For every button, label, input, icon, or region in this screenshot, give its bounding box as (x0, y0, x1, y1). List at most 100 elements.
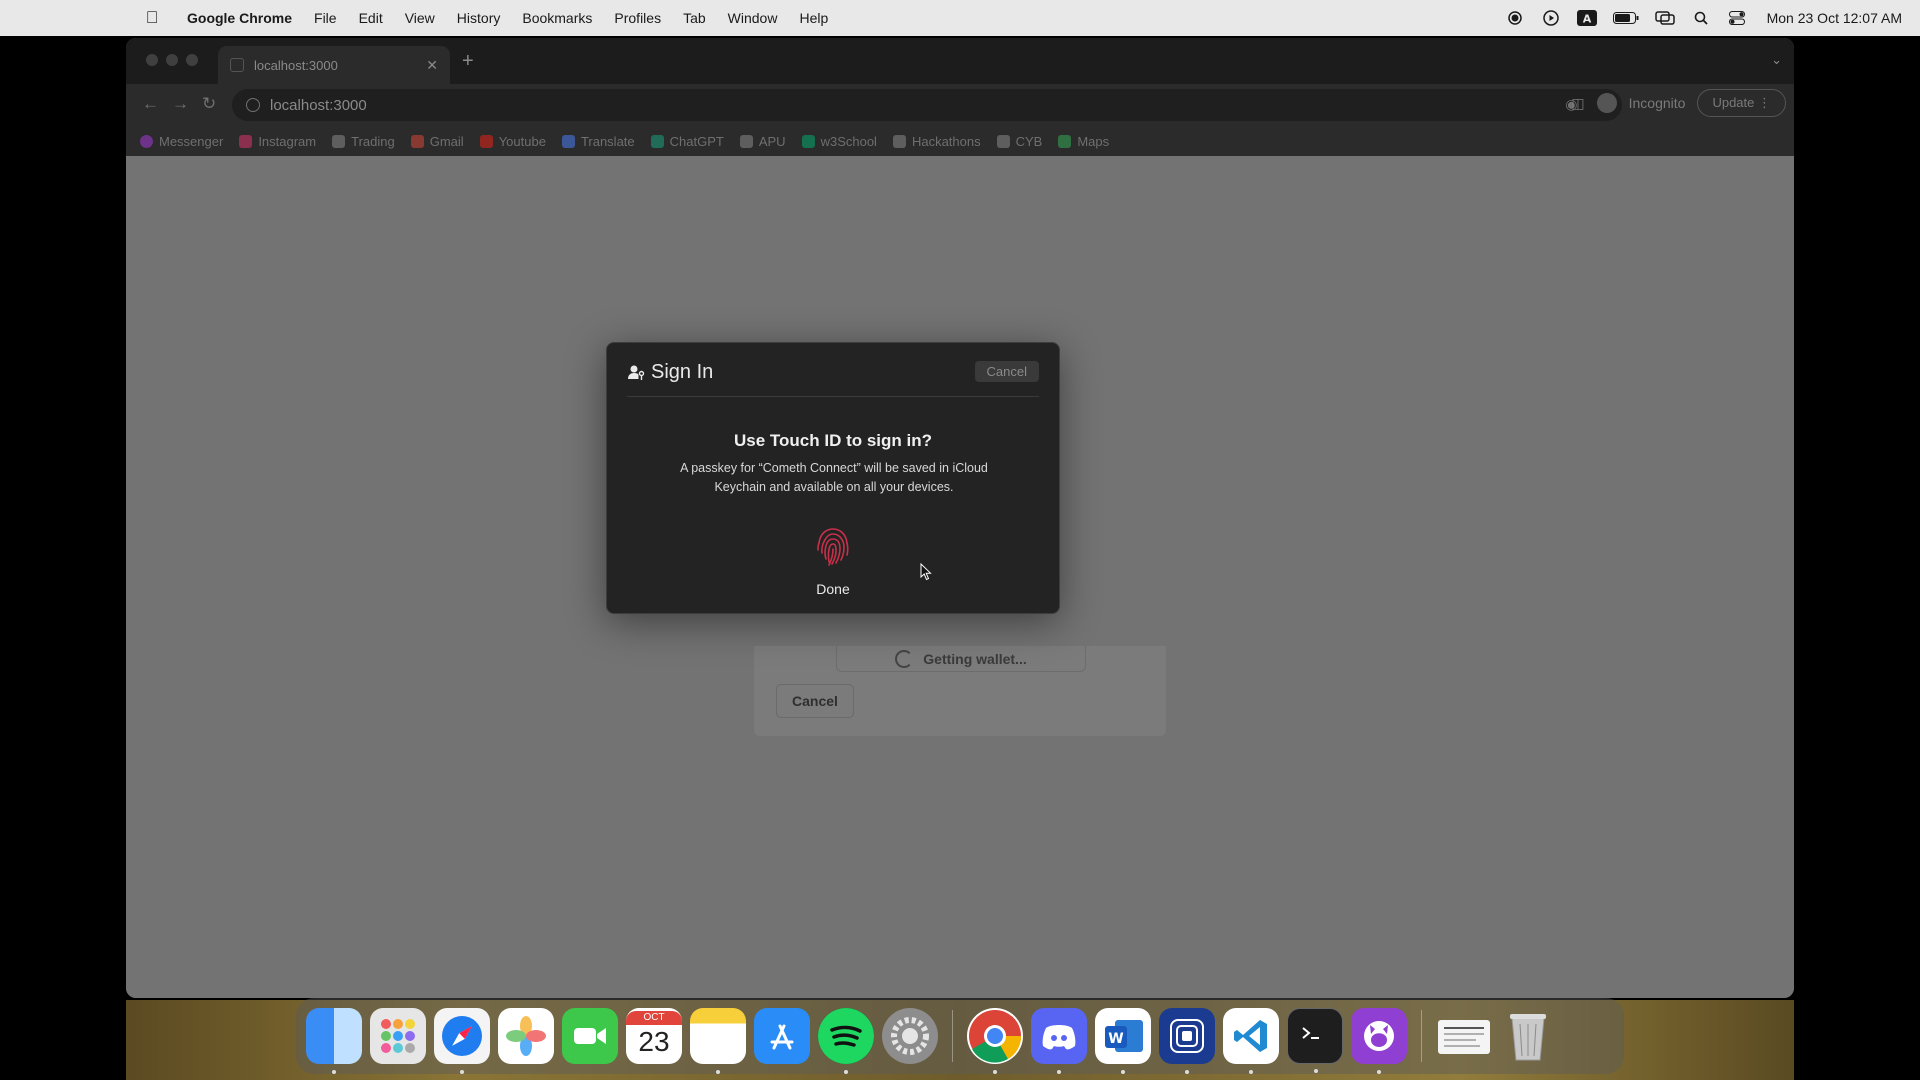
bookmark-chatgpt[interactable]: ChatGPT (650, 133, 724, 149)
new-tab-button[interactable]: + (462, 50, 474, 73)
running-indicator (1185, 1070, 1189, 1074)
menu-bar:  Google Chrome File Edit View History B… (0, 0, 1920, 36)
tab-title: localhost:3000 (254, 57, 338, 73)
running-indicator (993, 1070, 997, 1074)
record-icon[interactable] (1505, 8, 1525, 28)
bookmark-label: ChatGPT (669, 133, 724, 149)
discord-icon[interactable] (1031, 1008, 1087, 1074)
address-url[interactable]: localhost:3000 (270, 97, 367, 114)
bookmark-hackathons[interactable]: Hackathons (892, 134, 981, 149)
gmail-icon (410, 134, 424, 148)
trash-icon[interactable] (1500, 1008, 1556, 1064)
photos-icon[interactable] (498, 1008, 554, 1064)
notes-icon[interactable] (690, 1008, 746, 1074)
word-icon[interactable]: W (1095, 1008, 1151, 1074)
running-indicator (844, 1070, 848, 1074)
menu-clock[interactable]: Mon 23 Oct 12:07 AM (1767, 10, 1902, 26)
bookmark-cyb[interactable]: CYB (996, 134, 1042, 149)
zoom-window-button[interactable] (186, 54, 198, 66)
system-settings-icon[interactable] (882, 1008, 938, 1064)
vscode-logo-icon (1234, 1020, 1267, 1052)
vscode-icon[interactable] (1223, 1008, 1279, 1074)
menu-profiles[interactable]: Profiles (603, 10, 672, 26)
passkey-description: A passkey for “Cometh Connect” will be s… (680, 461, 988, 494)
site-info-icon[interactable] (246, 98, 260, 112)
running-indicator (1057, 1070, 1061, 1074)
dialog-cancel-button[interactable]: Cancel (974, 361, 1039, 382)
bookmark-maps[interactable]: Maps (1058, 134, 1109, 149)
safari-icon[interactable] (434, 1008, 490, 1074)
globe-icon (230, 58, 244, 72)
launchpad-icon[interactable] (370, 1008, 426, 1064)
menu-app-name[interactable]: Google Chrome (176, 10, 303, 26)
folder-icon (739, 134, 753, 148)
reload-icon[interactable]: ↻ (202, 94, 216, 114)
side-panel-icon[interactable]: ◫ (1571, 95, 1584, 112)
update-button[interactable]: Update ⋮ (1697, 89, 1786, 117)
spotify-icon[interactable] (818, 1008, 874, 1074)
battery-icon[interactable] (1612, 8, 1639, 28)
bookmark-label: APU (758, 133, 786, 149)
bookmark-youtube[interactable]: Youtube (479, 134, 546, 149)
bookmark-label: Messenger (159, 133, 224, 149)
bookmark-label: w3School (820, 133, 877, 149)
tab-close-icon[interactable]: ✕ (426, 57, 438, 74)
facetime-icon[interactable] (562, 1008, 618, 1064)
desktop-right (1794, 36, 1920, 1080)
wallet-status-text: Getting wallet... (923, 650, 1027, 667)
chrome-logo-icon (969, 1010, 1022, 1063)
documents-icon[interactable] (1436, 1008, 1492, 1064)
close-window-button[interactable] (146, 54, 158, 66)
bookmark-label: Maps (1077, 133, 1110, 149)
bookmark-translate[interactable]: Translate (561, 134, 635, 149)
address-bar[interactable]: localhost:3000 ◉ ☆ (232, 89, 1622, 121)
wallet-card: Getting wallet... Cancel (754, 646, 1166, 736)
control-center-icon[interactable] (1727, 8, 1747, 28)
w3school-icon (801, 134, 815, 148)
minimize-window-button[interactable] (166, 54, 178, 66)
word-logo-icon: W (1105, 1020, 1143, 1052)
terminal-icon[interactable] (1287, 1008, 1343, 1073)
menu-edit[interactable]: Edit (348, 10, 394, 26)
bookmark-instagram[interactable]: Instagram (239, 134, 316, 149)
dialog-header: Sign In Cancel (627, 361, 1039, 397)
github-desktop-icon[interactable] (1351, 1008, 1407, 1074)
menu-bookmarks[interactable]: Bookmarks (511, 10, 603, 26)
tab-localhost[interactable]: localhost:3000 ✕ (218, 46, 450, 84)
play-circle-icon[interactable] (1541, 8, 1561, 28)
tab-search-chevron-icon[interactable]: ⌄ (1771, 52, 1782, 68)
search-icon[interactable] (1691, 8, 1711, 28)
menu-help[interactable]: Help (788, 10, 839, 26)
fingerprint-icon[interactable] (810, 523, 856, 569)
forward-arrow-icon[interactable]: → (172, 94, 189, 114)
app-store-icon[interactable] (754, 1008, 810, 1064)
page-cancel-button[interactable]: Cancel (776, 684, 854, 718)
app-store-a-icon (770, 1024, 794, 1050)
launchpad-grid-icon (381, 1019, 415, 1053)
bookmark-w3school[interactable]: w3School (801, 133, 877, 149)
menu-view[interactable]: View (394, 10, 446, 26)
bookmark-messenger[interactable]: Messenger (140, 134, 223, 149)
update-label: Update (1712, 95, 1755, 110)
bookmark-apu[interactable]: APU (739, 133, 786, 149)
keyboard-a-icon[interactable]: A (1576, 8, 1597, 28)
terminal-prompt-icon (1302, 1027, 1319, 1039)
bookmark-trading[interactable]: Trading (332, 134, 395, 149)
menu-file[interactable]: File (303, 10, 348, 26)
svg-text:W: W (1108, 1031, 1123, 1047)
bookmark-gmail[interactable]: Gmail (410, 134, 464, 149)
screen-mirror-icon[interactable] (1654, 8, 1675, 28)
menu-history[interactable]: History (446, 10, 512, 26)
menu-window[interactable]: Window (717, 10, 789, 26)
bookmarks-bar: Messenger Instagram Trading Gmail Youtub… (126, 126, 1794, 156)
back-arrow-icon[interactable]: ← (142, 94, 159, 114)
finder-icon[interactable] (306, 1008, 362, 1074)
menu-tab[interactable]: Tab (672, 10, 717, 26)
chatgpt-icon (650, 134, 664, 148)
calendar-icon[interactable]: OCT 23 (626, 1008, 682, 1064)
incognito-icon[interactable] (1596, 93, 1617, 113)
chrome-icon[interactable] (967, 1008, 1023, 1074)
profile-label[interactable]: Incognito (1629, 95, 1686, 111)
apple-menu-icon[interactable]:  (128, 8, 176, 28)
screen-recorder-icon[interactable] (1159, 1008, 1215, 1074)
